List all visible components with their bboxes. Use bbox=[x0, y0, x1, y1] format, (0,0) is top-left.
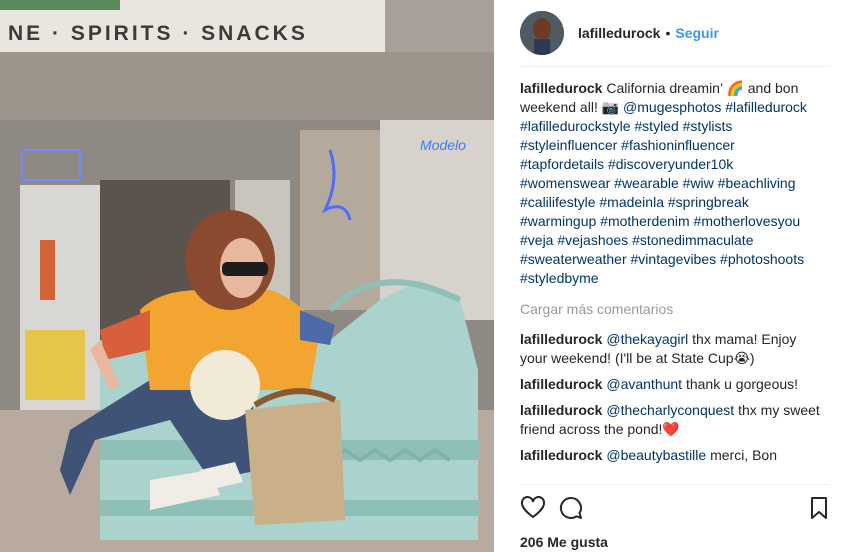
header-username[interactable]: lafilledurock bbox=[578, 25, 660, 41]
comment-mention-link[interactable]: @avanthunt bbox=[606, 376, 682, 392]
comment-username[interactable]: lafilledurock bbox=[520, 376, 602, 392]
caption-hashtag-link[interactable]: #stylists bbox=[683, 118, 733, 134]
caption-hashtag-link[interactable]: #styledbyme bbox=[520, 270, 599, 286]
comment-item: lafilledurock @beautybastille merci, Bon bbox=[520, 446, 820, 465]
comment-username[interactable]: lafilledurock bbox=[520, 402, 602, 418]
caption-hashtag-link[interactable]: #photoshoots bbox=[720, 251, 804, 267]
caption-hashtag-link[interactable]: #stonedimmaculate bbox=[632, 232, 753, 248]
caption-hashtag-link[interactable]: #fashioninfluencer bbox=[621, 137, 735, 153]
post-actions: 206 Me gusta bbox=[520, 484, 830, 552]
comment-mention-link[interactable]: @thecharlyconquest bbox=[606, 402, 734, 418]
caption-hashtag-link[interactable]: #warmingup bbox=[520, 213, 596, 229]
caption-hashtag-link[interactable]: #veja bbox=[520, 232, 553, 248]
comment-username[interactable]: lafilledurock bbox=[520, 447, 602, 463]
caption-hashtag-link[interactable]: #womenswear bbox=[520, 175, 610, 191]
caption-hashtag-link[interactable]: #styled bbox=[634, 118, 678, 134]
caption: lafilledurock California dreamin’ 🌈 and … bbox=[520, 79, 820, 288]
caption-hashtag-link[interactable]: #motherdenim bbox=[600, 213, 690, 229]
caption-hashtag-link[interactable]: #madeinla bbox=[599, 194, 664, 210]
caption-hashtag-link[interactable]: #motherlovesyou bbox=[694, 213, 801, 229]
comment-mention-link[interactable]: @thekayagirl bbox=[606, 331, 688, 347]
caption-hashtag-link[interactable]: #sweaterweather bbox=[520, 251, 627, 267]
comment-item: lafilledurock @avanthunt thank u gorgeou… bbox=[520, 375, 820, 394]
load-more-comments-button[interactable]: Cargar más comentarios bbox=[520, 300, 820, 319]
comment-icon[interactable] bbox=[558, 495, 584, 521]
store-sign-text: NE · SPIRITS · SNACKS bbox=[8, 22, 308, 45]
comment-username[interactable]: lafilledurock bbox=[520, 331, 602, 347]
caption-username[interactable]: lafilledurock bbox=[520, 80, 602, 96]
comment-item: lafilledurock @thekayagirl thx mama! Enj… bbox=[520, 330, 820, 368]
caption-hashtag-link[interactable]: #vintagevibes bbox=[631, 251, 717, 267]
caption-hashtag-link[interactable]: @mugesphotos bbox=[623, 99, 721, 115]
comments-section: lafilledurock California dreamin’ 🌈 and … bbox=[520, 79, 820, 479]
bookmark-icon[interactable] bbox=[806, 495, 832, 521]
avatar[interactable] bbox=[520, 11, 564, 55]
comment-text: thank u gorgeous! bbox=[682, 376, 799, 392]
photo-scene: NE · SPIRITS · SNACKS Modelo bbox=[0, 0, 494, 552]
caption-hashtag-link[interactable]: #springbreak bbox=[668, 194, 749, 210]
caption-hashtag-link[interactable]: #beachliving bbox=[718, 175, 796, 191]
caption-hashtag-link[interactable]: #lafilledurockstyle bbox=[520, 118, 631, 134]
neon-sign-text: Modelo bbox=[420, 137, 466, 153]
caption-hashtag-link[interactable]: #calilifestyle bbox=[520, 194, 595, 210]
caption-hashtag-link[interactable]: #wearable bbox=[614, 175, 679, 191]
post-side-panel: lafilledurock • Seguir lafilledurock Cal… bbox=[494, 0, 845, 552]
header-separator: • bbox=[665, 25, 671, 41]
caption-text: California dreamin’ 🌈 and bon weekend al… bbox=[520, 80, 807, 286]
comment-list: lafilledurock @thekayagirl thx mama! Enj… bbox=[520, 330, 820, 465]
comment-mention-link[interactable]: @beautybastille bbox=[606, 447, 706, 463]
comment-text: merci, Bon bbox=[706, 447, 777, 463]
caption-hashtag-link[interactable]: #discoveryunder10k bbox=[608, 156, 733, 172]
follow-button[interactable]: Seguir bbox=[675, 25, 719, 41]
likes-count[interactable]: 206 Me gusta bbox=[520, 534, 608, 550]
caption-hashtag-link[interactable]: #tapfordetails bbox=[520, 156, 604, 172]
comment-item: lafilledurock @thecharlyconquest thx my … bbox=[520, 401, 820, 439]
caption-hashtag-link[interactable]: #lafilledurock bbox=[725, 99, 807, 115]
caption-hashtag-link[interactable]: #wiw bbox=[683, 175, 714, 191]
post-photo[interactable]: NE · SPIRITS · SNACKS Modelo bbox=[0, 0, 494, 552]
instagram-post: NE · SPIRITS · SNACKS Modelo lafilleduro… bbox=[0, 0, 845, 552]
post-header: lafilledurock • Seguir bbox=[520, 0, 830, 67]
heart-icon[interactable] bbox=[520, 495, 546, 521]
caption-hashtag-link[interactable]: #vejashoes bbox=[557, 232, 628, 248]
caption-hashtag-link[interactable]: #styleinfluencer bbox=[520, 137, 617, 153]
